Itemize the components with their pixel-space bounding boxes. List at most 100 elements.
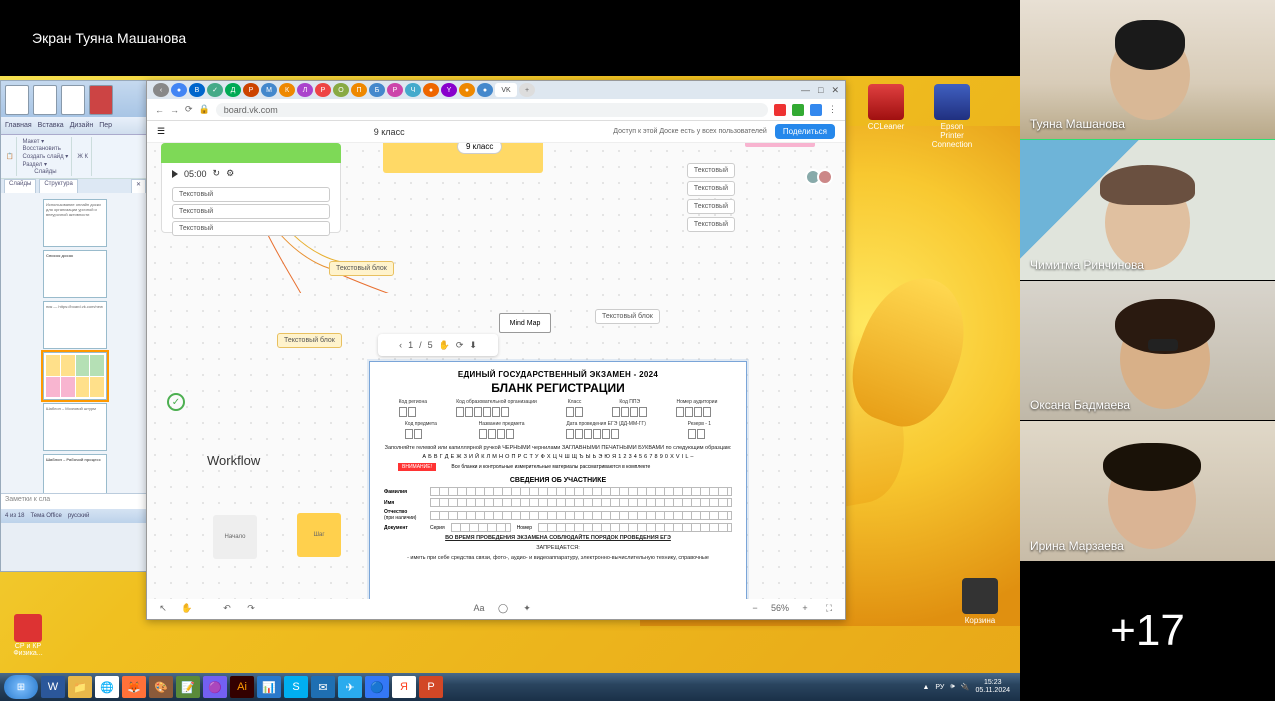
forward-icon[interactable]: → — [170, 105, 179, 115]
taskbar-app[interactable]: 📝 — [176, 676, 200, 698]
text-tool-icon[interactable]: Aa — [471, 600, 487, 616]
extension-icon[interactable] — [810, 104, 822, 116]
sticky-note[interactable]: Начало — [213, 515, 257, 559]
board-menu-icon[interactable]: ☰ — [157, 126, 165, 137]
text-block-node[interactable]: Текстовый блок — [277, 333, 342, 348]
presence-avatars[interactable] — [809, 169, 833, 185]
browser-window[interactable]: ‹ ●В ✓Д РМ КЛ РО ПБ РЧ ●Y ●● VK + —□✕ — [146, 80, 846, 620]
board-appbar: ☰ 9 класс Доступ к этой Доске есть у все… — [147, 121, 845, 143]
taskbar-app[interactable]: 📁 — [68, 676, 92, 698]
pink-card[interactable] — [745, 143, 815, 147]
participant-tile[interactable]: Оксана Бадмаева — [1020, 281, 1275, 421]
hand-icon[interactable]: ✋ — [439, 340, 450, 351]
ribbon-groups[interactable]: 📋 Макет ▾ Восстановить Создать слайд ▾ Р… — [1, 135, 149, 179]
slide-thumb[interactable]: ник — https://board.vk.com/new — [43, 301, 107, 349]
taskbar-app[interactable]: 🌐 — [95, 676, 119, 698]
taskbar-app[interactable]: 🎨 — [149, 676, 173, 698]
notes-pane[interactable]: Заметки к сла — [1, 493, 149, 509]
tray-clock[interactable]: 15:2305.11.2024 — [975, 679, 1010, 694]
address-bar[interactable]: ← → ⟳ 🔒 board.vk.com ⋮ — [147, 99, 845, 121]
desktop-icon-trash[interactable]: Корзина — [956, 578, 1004, 625]
taskbar-app[interactable]: S — [284, 676, 308, 698]
desktop-icon-epson[interactable]: Epson Printer Connection — [928, 84, 976, 149]
doc-title: БЛАНК РЕГИСТРАЦИИ — [370, 381, 746, 395]
browser-tabstrip[interactable]: ‹ ●В ✓Д РМ КЛ РО ПБ РЧ ●Y ●● VK + —□✕ — [147, 81, 845, 99]
taskbar-app[interactable]: 📊 — [257, 676, 281, 698]
start-button[interactable]: ⊞ — [4, 675, 38, 699]
prev-page-icon[interactable]: ‹ — [399, 340, 402, 350]
undo-icon[interactable]: ↶ — [219, 600, 235, 616]
back-icon[interactable]: ← — [155, 105, 164, 115]
embedded-document[interactable]: ‹ 1 / 5 ✋ ⟳ ⬇ ЕДИНЫЙ ГОСУДАРСТВЕННЫЙ ЭКЗ… — [369, 361, 747, 599]
slide-thumb[interactable]: Список досок — [43, 250, 107, 298]
doc-pager[interactable]: ‹ 1 / 5 ✋ ⟳ ⬇ — [378, 334, 498, 356]
redo-icon[interactable]: ↷ — [243, 600, 259, 616]
extension-icon[interactable] — [792, 104, 804, 116]
ppt-statusbar: 4 из 18 Тема Office русский — [1, 509, 149, 523]
fx-tool-icon[interactable]: ✦ — [519, 600, 535, 616]
taskbar-app[interactable]: 🦊 — [122, 676, 146, 698]
check-icon: ✓ — [167, 393, 185, 411]
shared-desktop: ССLeaner Epson Printer Connection Корзин… — [0, 76, 1020, 701]
slide-panel-tabs[interactable]: Слайды Структура ✕ — [1, 179, 149, 193]
extension-icon[interactable] — [774, 104, 786, 116]
taskbar-app[interactable]: Я — [392, 676, 416, 698]
taskbar-app[interactable]: W — [41, 676, 65, 698]
zoom-out-icon[interactable]: − — [747, 600, 763, 616]
taskbar-app[interactable]: ✉ — [311, 676, 335, 698]
play-icon[interactable] — [172, 170, 178, 178]
system-tray[interactable]: ▲ РУ 🕪🔌 15:2305.11.2024 — [922, 679, 1016, 694]
cursor-icon[interactable]: ↖ — [155, 600, 171, 616]
board-title: 9 класс — [173, 127, 605, 137]
taskbar-app[interactable]: Ai — [230, 676, 254, 698]
ppt-qat-icon[interactable] — [89, 85, 113, 115]
zoom-level: 56% — [771, 603, 789, 613]
taskbar-app[interactable]: 🟣 — [203, 676, 227, 698]
text-block-node[interactable]: Текстовый блок — [329, 261, 394, 276]
ppt-qat-icon[interactable] — [33, 85, 57, 115]
slide-thumb[interactable]: Шаблон – Рабочий процесс — [43, 454, 107, 493]
board-canvas[interactable]: 05:00 ↻ ⚙ Текстовый Текстовый Текстовый … — [147, 143, 845, 599]
reload-icon[interactable]: ⟳ — [185, 104, 193, 115]
windows-taskbar[interactable]: ⊞ W 📁 🌐 🦊 🎨 📝 🟣 Ai 📊 S ✉ ✈ 🔵 Я P — [0, 673, 1020, 701]
board-toolbar[interactable]: ↖ ✋ ↶ ↷ Aa ◯ ✦ − 56% + ⛶ — [155, 599, 837, 617]
slide-thumb[interactable]: Шаблон – Мозговой штурм — [43, 403, 107, 451]
ribbon-tabs[interactable]: Главная Вставка Дизайн Пер — [1, 117, 149, 135]
zoom-in-icon[interactable]: + — [797, 600, 813, 616]
ppt-qat-icon[interactable] — [61, 85, 85, 115]
desktop-shortcut[interactable]: СР и КРФизика... — [6, 614, 50, 657]
taskbar-app[interactable]: 🔵 — [365, 676, 389, 698]
participant-tile[interactable]: Чимитма Ринчинова — [1020, 140, 1275, 280]
menu-icon[interactable]: ⋮ — [828, 104, 837, 115]
reset-icon[interactable]: ↻ — [213, 168, 221, 179]
window-controls[interactable]: —□✕ — [801, 85, 839, 96]
slide-thumb-selected[interactable] — [43, 352, 107, 400]
text-block-node[interactable]: Текстовый блок — [595, 309, 660, 324]
access-label: Доступ к этой Доске есть у всех пользова… — [613, 128, 767, 135]
participant-tile[interactable]: Туяна Машанова — [1020, 0, 1275, 140]
settings-icon[interactable]: ⚙ — [226, 168, 234, 179]
ppt-qat-icon[interactable] — [5, 85, 29, 115]
desktop-icon-ccleaner[interactable]: ССLeaner — [862, 84, 910, 131]
participant-tile[interactable]: Ирина Марзаева — [1020, 421, 1275, 561]
taskbar-app[interactable]: P — [419, 676, 443, 698]
tray-lang[interactable]: РУ — [935, 684, 944, 691]
shape-tool-icon[interactable]: ◯ — [495, 600, 511, 616]
powerpoint-window[interactable]: Главная Вставка Дизайн Пер 📋 Макет ▾ Вос… — [0, 80, 150, 572]
sticky-note[interactable]: Шаг — [297, 513, 341, 557]
lock-icon: 🔒 — [199, 104, 210, 115]
rotate-icon[interactable]: ⟳ — [456, 340, 464, 351]
hand-icon[interactable]: ✋ — [179, 600, 195, 616]
slide-thumb[interactable]: Использование онлайн доски для организац… — [43, 199, 107, 247]
timer-widget[interactable]: 05:00 ↻ ⚙ Текстовый Текстовый Текстовый — [161, 143, 341, 233]
share-button[interactable]: Поделиться — [775, 124, 835, 139]
fit-icon[interactable]: ⛶ — [821, 600, 837, 616]
taskbar-app[interactable]: ✈ — [338, 676, 362, 698]
mindmap-center[interactable]: Mind Map — [499, 313, 551, 333]
more-participants[interactable]: +17 — [1020, 562, 1275, 701]
url-field[interactable]: board.vk.com — [216, 103, 768, 117]
chip-label[interactable]: 9 класс — [457, 143, 502, 154]
download-icon[interactable]: ⬇ — [469, 340, 477, 351]
timer-value: 05:00 — [184, 169, 207, 179]
slide-thumbnails[interactable]: Использование онлайн доски для организац… — [1, 193, 149, 493]
